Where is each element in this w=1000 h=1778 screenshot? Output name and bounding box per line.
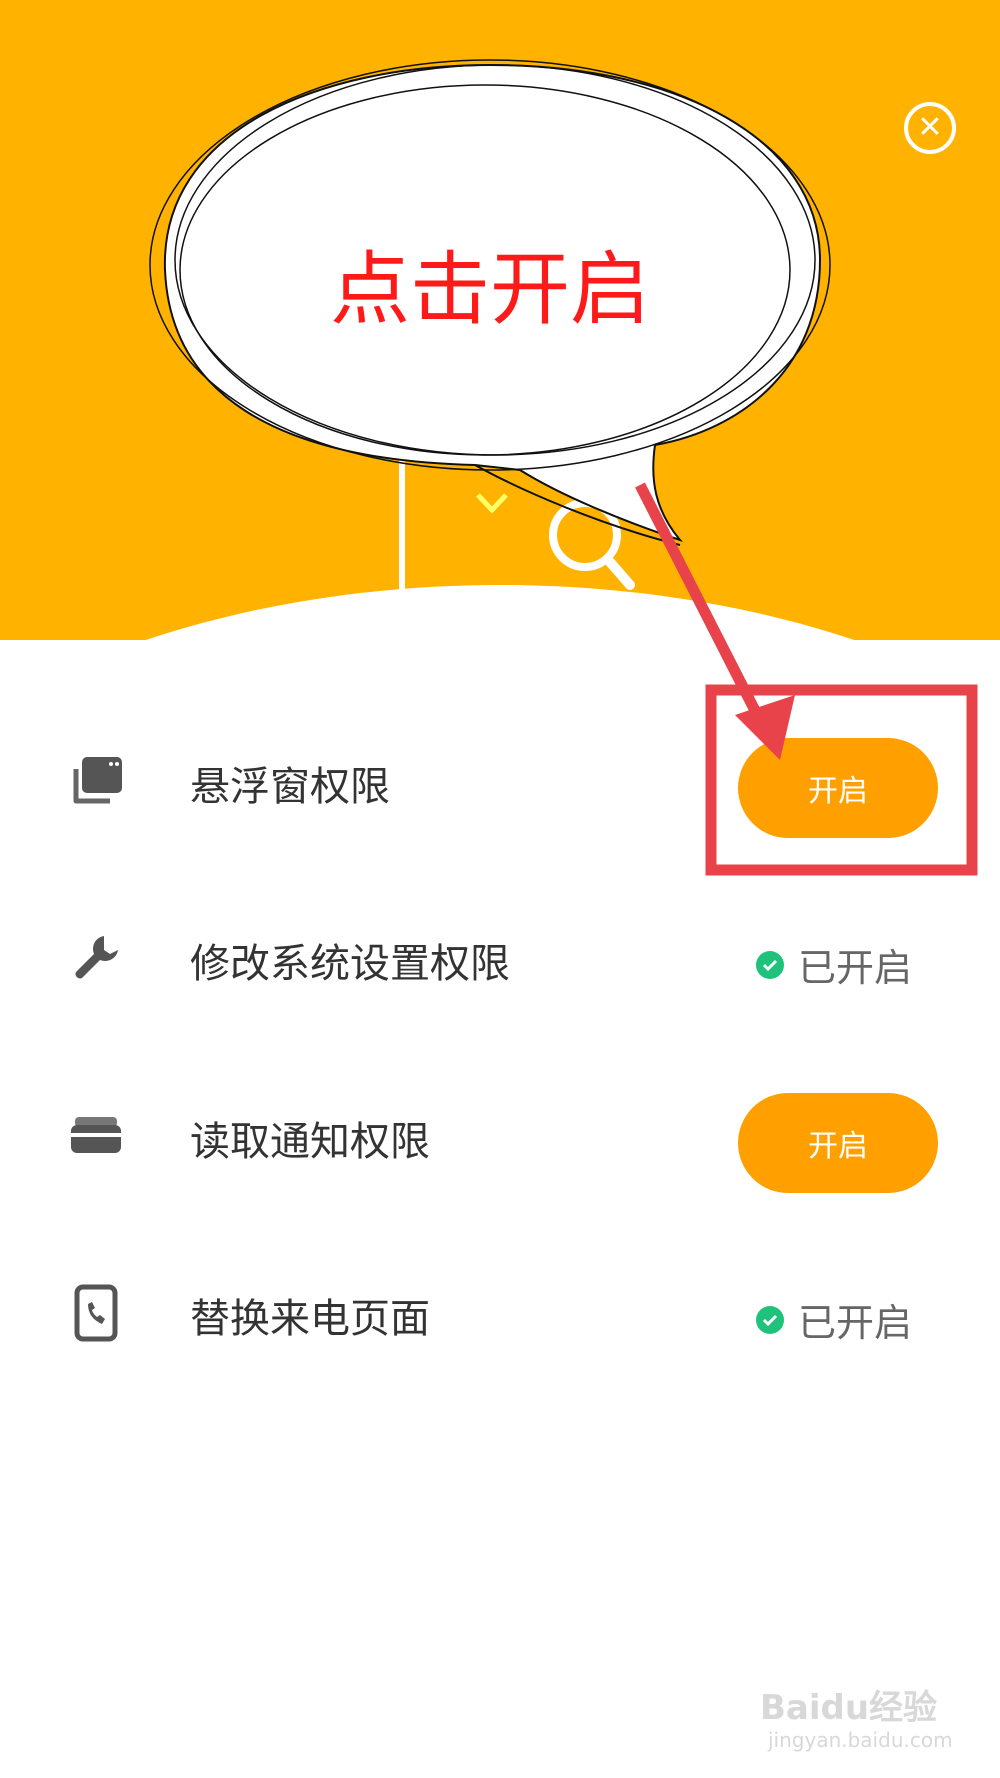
status-label: 已开启 bbox=[798, 946, 913, 990]
permission-label: 替换来电页面 bbox=[190, 1296, 430, 1342]
watermark: Baidu经验 bbox=[760, 1688, 938, 1728]
close-button[interactable]: ✕ bbox=[904, 102, 956, 154]
permission-row-incoming-call: 替换来电页面 已开启 bbox=[0, 1250, 1000, 1370]
permission-label: 修改系统设置权限 bbox=[190, 941, 510, 987]
close-icon: ✕ bbox=[917, 110, 943, 145]
enable-button[interactable]: 开启 bbox=[738, 1093, 938, 1193]
permission-label: 读取通知权限 bbox=[190, 1119, 430, 1165]
check-icon bbox=[756, 950, 784, 979]
floating-window-icon bbox=[64, 753, 128, 809]
permission-row-floating-window: 悬浮窗权限 开启 bbox=[0, 718, 1000, 838]
header-banner: 点击开启 ✕ bbox=[0, 0, 1000, 640]
enable-button[interactable]: 开启 bbox=[738, 738, 938, 838]
permission-label: 悬浮窗权限 bbox=[190, 764, 390, 810]
permission-row-notification: 读取通知权限 开启 bbox=[0, 1073, 1000, 1193]
watermark-url: jingyan.baidu.com bbox=[768, 1728, 953, 1752]
phone-icon bbox=[64, 1284, 128, 1342]
wrench-icon bbox=[64, 930, 128, 986]
notification-icon bbox=[64, 1108, 128, 1164]
permission-row-system-settings: 修改系统设置权限 已开启 bbox=[0, 895, 1000, 1015]
enabled-status: 已开启 bbox=[756, 1292, 912, 1347]
status-label: 已开启 bbox=[798, 1301, 913, 1345]
enabled-status: 已开启 bbox=[756, 937, 912, 992]
check-icon bbox=[756, 1305, 784, 1334]
callout-text: 点击开启 bbox=[330, 243, 650, 336]
